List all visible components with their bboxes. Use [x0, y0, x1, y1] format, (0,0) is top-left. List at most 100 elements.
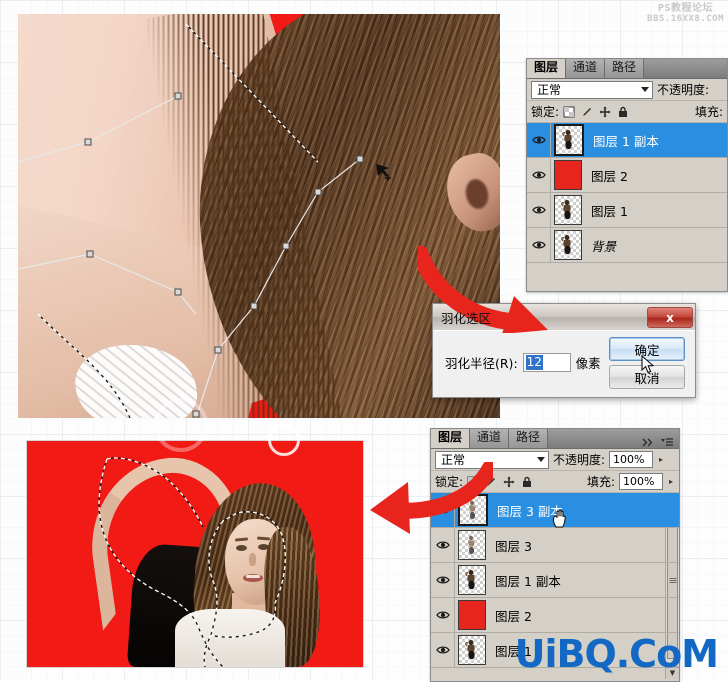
layer-row[interactable]: 图层 3 — [431, 528, 679, 563]
lock-all-icon[interactable] — [617, 106, 629, 118]
fill-label: 填充: — [694, 105, 723, 119]
fill-slider-arrow-icon[interactable]: ▸ — [667, 477, 675, 486]
layer-name: 图层 2 — [591, 168, 628, 184]
eye-icon — [435, 576, 450, 584]
opacity-label: 不透明度: — [553, 453, 606, 467]
mouse-arrow-cursor — [641, 355, 655, 374]
panel-header-buttons[interactable] — [642, 438, 679, 448]
layer-name: 图层 1 副本 — [495, 573, 561, 589]
layer-thumbnail[interactable] — [458, 600, 486, 630]
dialog-title: 羽化选区 — [441, 310, 492, 326]
lock-row-top[interactable]: 锁定: 填充: — [527, 101, 727, 123]
eye-icon — [531, 241, 546, 249]
layer-name: 图层 2 — [495, 608, 532, 624]
eye-icon — [435, 541, 450, 549]
fill-value[interactable]: 100% — [618, 473, 663, 490]
layer-row[interactable]: 背景 — [527, 228, 727, 263]
nose — [249, 553, 256, 566]
layer-name: 图层 1 — [591, 203, 628, 219]
feather-radius-input[interactable]: 12 — [522, 353, 571, 372]
eye-icon — [531, 136, 546, 144]
layer-visibility-toggle[interactable] — [431, 563, 455, 597]
chevron-down-icon[interactable] — [641, 87, 649, 92]
layer-name: 图层 1 副本 — [593, 133, 659, 149]
tab-paths[interactable]: 路径 — [509, 429, 549, 448]
pen-path-overlay — [18, 23, 391, 418]
panel-tabs-top[interactable]: 图层 通道 路径 — [527, 59, 727, 79]
hand-cursor — [552, 509, 566, 528]
tab-channels[interactable]: 通道 — [566, 59, 606, 78]
watermark-ring-decor — [268, 424, 300, 456]
eye-icon — [531, 171, 546, 179]
fill-label: 填充: — [586, 475, 615, 489]
opacity-slider-arrow-icon[interactable]: ▸ — [657, 455, 665, 464]
blend-mode-row-bottom[interactable]: 正常 不透明度: 100% ▸ — [431, 449, 679, 471]
blend-mode-value: 正常 — [441, 453, 466, 467]
layer-name: 图层 3 — [495, 538, 532, 554]
feather-radius-label: 羽化半径(R): — [445, 356, 518, 371]
feather-radius-field-group[interactable]: 羽化半径(R): 12 像素 — [445, 353, 601, 372]
chevron-down-icon[interactable] — [537, 457, 545, 462]
layer-thumbnail[interactable] — [458, 635, 486, 665]
layer-visibility-toggle[interactable] — [431, 633, 455, 667]
mouth — [243, 574, 263, 582]
layer-thumbnail[interactable] — [458, 565, 486, 595]
panel-tabs-bottom[interactable]: 图层 通道 路径 — [431, 429, 679, 449]
layer-thumb-person — [561, 234, 571, 256]
lock-icon-group[interactable] — [563, 106, 629, 118]
blend-mode-value: 正常 — [537, 83, 562, 97]
opacity-value[interactable]: 100% — [609, 451, 654, 468]
feather-selection-dialog[interactable]: 羽化选区 x 羽化半径(R): 12 像素 确定 取消 — [432, 303, 696, 398]
blend-mode-select[interactable]: 正常 — [435, 450, 549, 469]
pixels-unit-label: 像素 — [575, 356, 601, 371]
blend-mode-row-top[interactable]: 正常 不透明度: — [527, 79, 727, 101]
layer-row[interactable]: 图层 1 — [527, 193, 727, 228]
layer-visibility-toggle[interactable] — [527, 228, 551, 262]
layer-thumbnail[interactable] — [554, 230, 582, 260]
layer-thumb-person-cut — [469, 500, 476, 520]
layer-list-top[interactable]: 图层 1 副本 图层 2 图层 1 背景 — [527, 123, 727, 263]
lock-position-icon[interactable] — [599, 106, 611, 118]
tab-paths[interactable]: 路径 — [605, 59, 645, 78]
layer-visibility-toggle[interactable] — [527, 123, 551, 157]
layer-visibility-toggle[interactable] — [527, 158, 551, 192]
layer-thumbnail[interactable] — [554, 160, 582, 190]
tab-channels[interactable]: 通道 — [470, 429, 510, 448]
close-icon[interactable]: x — [647, 307, 693, 328]
layer-visibility-toggle[interactable] — [431, 493, 455, 527]
panel-menu-icon[interactable] — [660, 438, 674, 447]
lock-paint-icon[interactable] — [581, 106, 593, 118]
layers-panel-top[interactable]: 图层 通道 路径 正常 不透明度: 锁定: 填充: 图层 1 副本 图层 2 图… — [526, 58, 728, 292]
tab-layers[interactable]: 图层 — [527, 59, 567, 78]
layer-thumb-person — [465, 569, 475, 591]
eye-icon — [435, 611, 450, 619]
layer-visibility-toggle[interactable] — [431, 598, 455, 632]
layer-visibility-toggle[interactable] — [431, 528, 455, 562]
layer-row[interactable]: 图层 1 副本 — [431, 563, 679, 598]
layer-row[interactable]: 图层 2 — [527, 158, 727, 193]
lock-transparency-icon[interactable] — [563, 106, 575, 118]
lock-icon-group[interactable] — [467, 476, 533, 488]
dialog-title-bar[interactable]: 羽化选区 x — [433, 304, 695, 330]
eye-icon — [435, 506, 450, 514]
lock-row-bottom[interactable]: 锁定: 填充: 100% ▸ — [431, 471, 679, 493]
layer-visibility-toggle[interactable] — [527, 193, 551, 227]
layer-row[interactable]: 图层 2 — [431, 598, 679, 633]
layer-thumbnail[interactable] — [458, 530, 486, 560]
layer-row[interactable]: 图层 1 副本 — [527, 123, 727, 158]
lock-paint-icon[interactable] — [485, 476, 497, 488]
eye-icon — [531, 206, 546, 214]
lock-position-icon[interactable] — [503, 476, 515, 488]
watermark-bottom: UiBQ.CoM — [514, 632, 719, 676]
lock-label: 锁定: — [435, 475, 464, 489]
double-chevron-right-icon[interactable] — [642, 438, 654, 447]
layer-thumbnail[interactable] — [554, 124, 584, 156]
feather-radius-value: 12 — [525, 355, 543, 370]
lock-all-icon[interactable] — [521, 476, 533, 488]
blend-mode-select[interactable]: 正常 — [531, 80, 653, 99]
lock-label: 锁定: — [531, 105, 560, 119]
tab-layers[interactable]: 图层 — [431, 429, 471, 448]
layer-thumbnail[interactable] — [458, 494, 488, 526]
lock-transparency-icon[interactable] — [467, 476, 479, 488]
layer-thumbnail[interactable] — [554, 195, 582, 225]
